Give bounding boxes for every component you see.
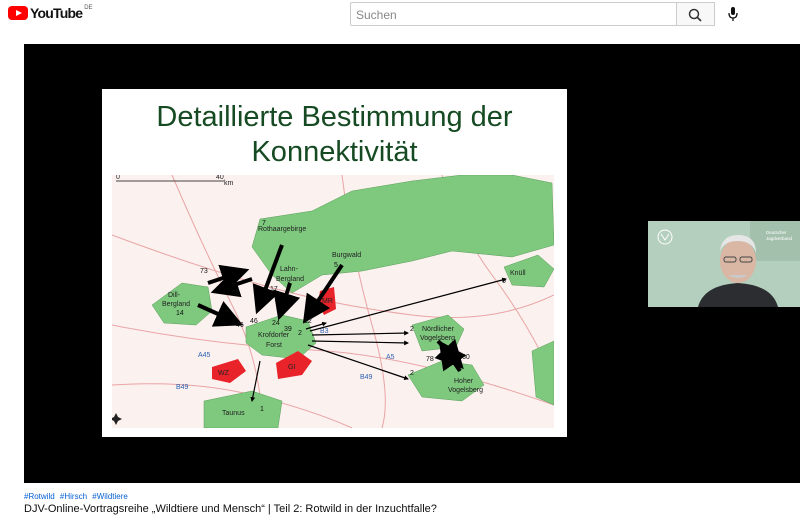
label-lahn-line1: Lahn- [280,266,299,273]
num-1: 1 [260,406,264,413]
num-0: 0 [502,278,506,285]
top-bar: YouTube DE Suchen [0,0,800,28]
scale-start: 0 [116,175,120,181]
road-b49-left: B49 [176,384,189,391]
hashtag-rotwild[interactable]: #Rotwild [24,492,55,501]
num-5: 5 [334,262,338,269]
connectivity-map: 0 40 km Rothaargebirge Lahn- Bergland Bu… [112,175,554,428]
road-a45: A45 [198,352,211,359]
youtube-logo[interactable]: YouTube DE [8,5,93,21]
speaker-webcam: Deutscher Jagdverband [648,221,800,307]
search-input[interactable]: Suchen [350,2,677,26]
label-dill-line2: Bergland [162,301,190,308]
num-46a: 46 [250,318,258,325]
speaker-figure: Deutscher Jagdverband [648,221,800,307]
label-hoher-line1: Hoher [454,378,474,385]
num-46b: 46 [236,322,244,329]
video-title: DJV-Online-Vortragsreihe „Wildtiere und … [24,503,437,515]
road-b3: B3 [320,328,329,335]
hashtag-list: #Rotwild #Hirsch #Wildtiere [24,492,131,501]
label-rothaargebirge: Rothaargebirge [258,226,306,233]
slide-title-line1: Detaillierte Bestimmung der [156,101,513,133]
label-gi: GI [288,364,295,371]
scale-end: 40 [216,175,224,181]
num-7: 7 [262,220,266,227]
search-button[interactable] [677,2,715,26]
hashtag-hirsch[interactable]: #Hirsch [60,492,87,501]
num-60: 60 [462,354,470,361]
label-knuell: Knüll [510,270,526,277]
num-14: 14 [176,310,184,317]
slide-title-line2: Konnektivität [251,136,418,168]
num-2a: 2 [298,330,302,337]
search-placeholder: Suchen [356,8,397,22]
logo-text: YouTube [30,5,83,21]
hashtag-wildtiere[interactable]: #Wildtiere [92,492,128,501]
presentation-slide: Detaillierte Bestimmung der Konnektivitä… [102,89,567,437]
microphone-icon [728,7,738,21]
num-2b: 2 [410,326,414,333]
label-mr: MR [322,298,333,305]
label-dill-line1: Dill- [168,292,181,299]
scale-unit: km [224,180,234,187]
label-krofdorfer-line2: Forst [266,342,282,349]
num-39: 39 [284,326,292,333]
label-noerdlicher-line1: Nördlicher [422,326,455,333]
num-2c: 2 [410,370,414,377]
num-58: 58 [232,290,240,297]
num-12: 12 [304,318,312,325]
slide-title: Detaillierte Bestimmung der Konnektivitä… [102,100,567,170]
label-krofdorfer-line1: Krofdorfer [258,332,290,339]
label-taunus: Taunus [222,410,245,417]
label-burgwald: Burgwald [332,252,361,259]
label-wz: WZ [218,370,230,377]
road-a5: A5 [386,354,395,361]
label-noerdlicher-line2: Vogelsberg [420,335,455,342]
djv-logo-text-line2: Jagdverband [766,236,793,241]
road-b49-right: B49 [360,374,373,381]
youtube-play-icon [8,6,28,20]
djv-logo-text-line1: Deutscher [766,230,787,235]
num-78: 78 [426,356,434,363]
voice-search-button[interactable] [721,2,745,26]
label-lahn-line2: Bergland [276,276,304,283]
region-code: DE [84,5,93,11]
video-player[interactable]: Detaillierte Bestimmung der Konnektivitä… [24,44,800,483]
label-hoher-line2: Vogelsberg [448,387,483,394]
num-24: 24 [272,320,280,327]
search-icon [688,8,702,22]
num-73: 73 [200,268,208,275]
num-17: 17 [270,286,278,293]
